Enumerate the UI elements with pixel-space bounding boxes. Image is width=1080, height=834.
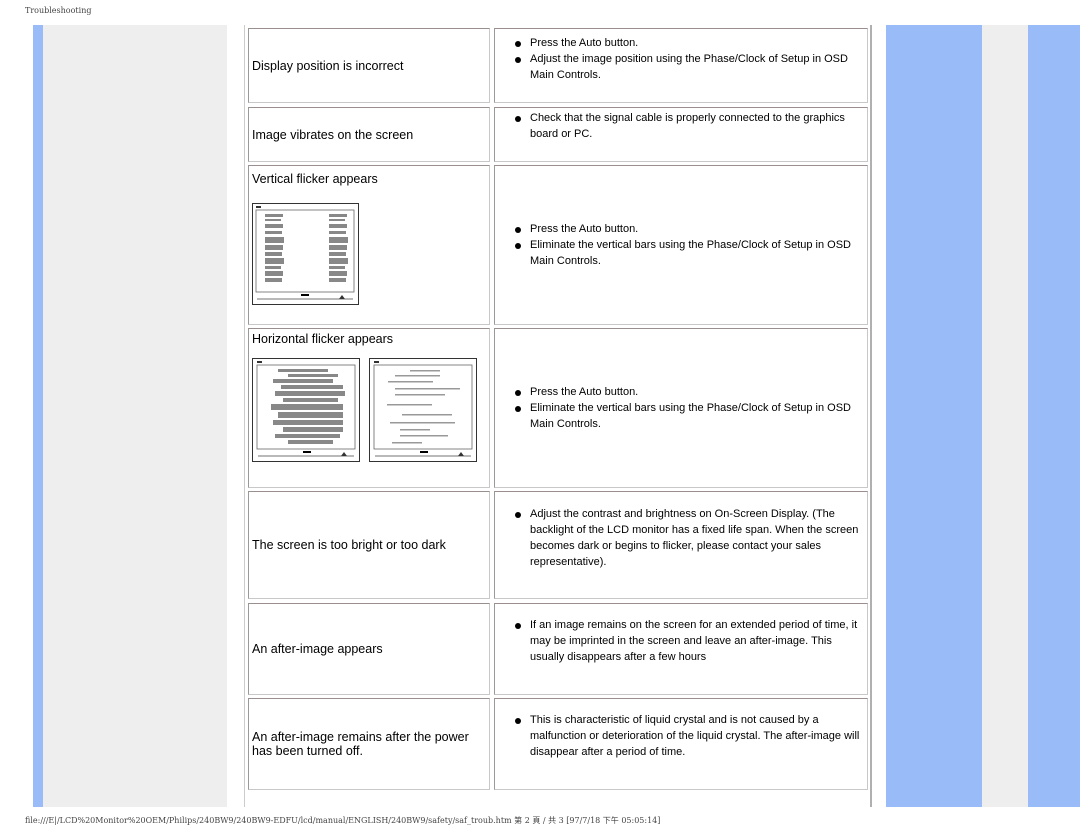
solution-cell: Adjust the contrast and brightness on On…	[494, 491, 868, 599]
problem-text: An after-image remains after the power h…	[252, 730, 469, 758]
problem-cell: Vertical flicker appears	[248, 165, 490, 325]
table-row: The screen is too bright or too dark Adj…	[248, 491, 868, 599]
left-nav-panel	[43, 25, 227, 807]
solution-item: Eliminate the vertical bars using the Ph…	[515, 237, 861, 269]
solution-item: This is characteristic of liquid crystal…	[515, 712, 861, 760]
problem-text: Display position is incorrect	[252, 58, 404, 73]
solution-item: If an image remains on the screen for an…	[515, 617, 861, 665]
problem-cell: Display position is incorrect	[248, 28, 490, 103]
solution-cell: Press the Auto button. Adjust the image p…	[494, 28, 868, 103]
solution-cell: Check that the signal cable is properly …	[494, 107, 868, 162]
solution-item: Press the Auto button.	[515, 384, 861, 400]
solution-item: Eliminate the vertical bars using the Ph…	[515, 400, 861, 432]
table-row: Image vibrates on the screen Check that …	[248, 107, 868, 162]
problem-cell: The screen is too bright or too dark	[248, 491, 490, 599]
problem-cell: Image vibrates on the screen	[248, 107, 490, 162]
solution-cell: Press the Auto button. Eliminate the vert…	[494, 328, 868, 488]
table-row: An after-image remains after the power h…	[248, 698, 868, 790]
page-footer: file:///E|/LCD%20Monitor%20OEM/Philips/2…	[25, 816, 661, 825]
problem-text: Image vibrates on the screen	[252, 127, 414, 142]
table-row: Display position is incorrect Press the …	[248, 28, 868, 103]
problem-cell: An after-image remains after the power h…	[248, 698, 490, 790]
horizontal-flicker-image	[252, 358, 360, 462]
problem-cell: Horizontal flicker appears	[248, 328, 490, 488]
solution-item: Press the Auto button.	[515, 35, 861, 51]
left-blue-strip	[33, 25, 43, 807]
solution-cell: This is characteristic of liquid crystal…	[494, 698, 868, 790]
solution-item: Adjust the contrast and brightness on On…	[515, 506, 861, 570]
table-row: Horizontal flicker appears Press the Aut…	[248, 328, 868, 488]
divider	[244, 25, 245, 807]
solution-item: Check that the signal cable is properly …	[515, 110, 861, 142]
right-blue-panel	[886, 25, 982, 807]
solution-item: Press the Auto button.	[515, 221, 861, 237]
problem-text: An after-image appears	[252, 642, 383, 656]
right-gray-panel	[982, 25, 1028, 807]
solution-cell: Press the Auto button. Eliminate the vert…	[494, 165, 868, 325]
solution-cell: If an image remains on the screen for an…	[494, 603, 868, 695]
vertical-flicker-image	[252, 203, 359, 305]
horizontal-flicker-fixed-image	[369, 358, 477, 462]
right-blue-strip	[1028, 25, 1080, 807]
problem-text: Horizontal flicker appears	[252, 332, 394, 346]
problem-text: The screen is too bright or too dark	[252, 538, 446, 552]
problem-cell: An after-image appears	[248, 603, 490, 695]
table-row: Vertical flicker appears Press the Auto …	[248, 165, 868, 325]
problem-text: Vertical flicker appears	[252, 172, 378, 186]
divider	[870, 25, 872, 807]
page-header: Troubleshooting	[25, 6, 92, 15]
table-row: An after-image appears If an image remai…	[248, 603, 868, 695]
solution-item: Adjust the image position using the Phas…	[515, 51, 861, 83]
